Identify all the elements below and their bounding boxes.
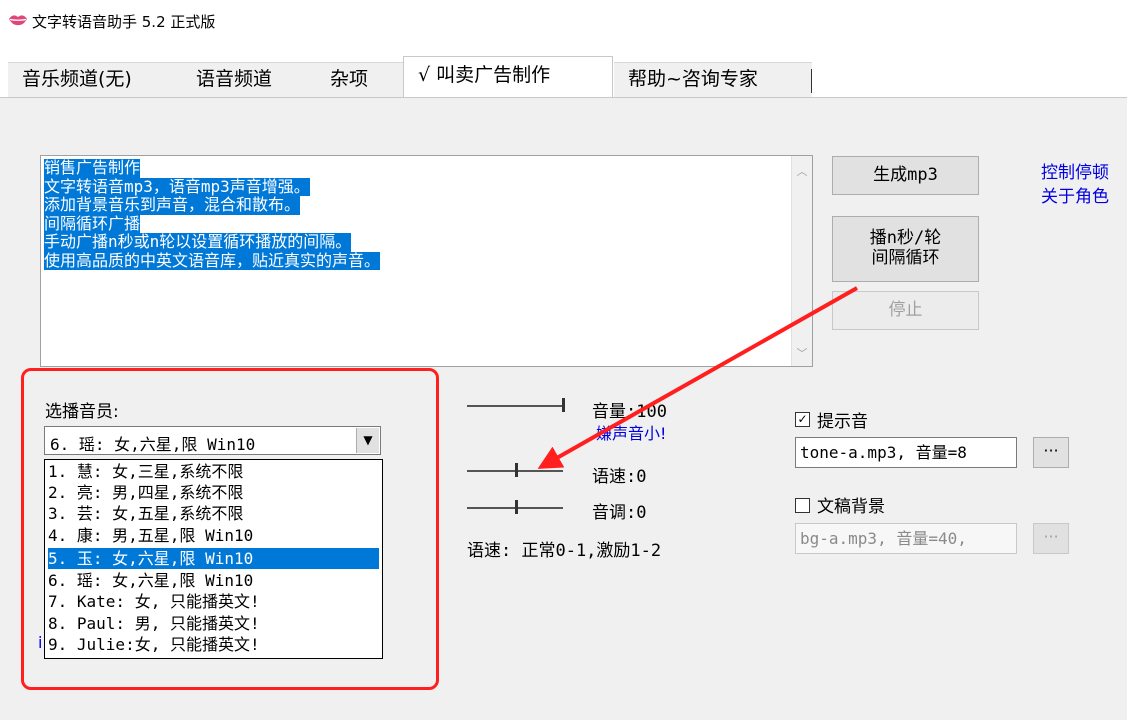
volume-label: 音量:100 [592, 402, 667, 422]
voice-option[interactable]: 4. 康: 男,五星,限 Win10 [48, 525, 379, 546]
voice-option[interactable]: 7. Kate: 女, 只能播英文! [48, 591, 379, 612]
background-label: 文稿背景 [817, 497, 885, 517]
stop-button[interactable]: 停止 [832, 291, 979, 330]
editor-line: 文字转语音mp3，语音mp3声音增强。 [44, 176, 310, 196]
editor-content: 销售广告制作 文字转语音mp3，语音mp3声音增强。 添加背景音乐到声音，混合和… [44, 158, 381, 270]
tab-label: √ 叫卖广告制作 [418, 64, 551, 86]
loop-button-line1: 播n秒/轮 [869, 228, 942, 248]
speed-slider-thumb[interactable] [515, 463, 518, 477]
pitch-slider-thumb[interactable] [515, 500, 518, 514]
tab-label: 音乐频道(无) [22, 68, 132, 90]
editor-line: 间隔循环广播 [44, 213, 141, 233]
tone-checkbox[interactable]: ✓ [795, 412, 810, 427]
tone-browse-button[interactable]: ··· [1033, 437, 1069, 468]
voice-option[interactable]: 2. 亮: 男,四星,系统不限 [48, 482, 379, 503]
tone-label: 提示音 [817, 412, 868, 432]
lips-icon [9, 15, 27, 26]
speed-label: 语速:0 [592, 467, 647, 487]
voice-option[interactable]: 3. 芸: 女,五星,系统不限 [48, 503, 379, 524]
voice-option[interactable]: 9. Julie:女, 只能播英文! [48, 634, 379, 655]
tab-ad-making[interactable]: √ 叫卖广告制作 [403, 56, 613, 99]
voice-option[interactable]: 6. 瑶: 女,六星,限 Win10 [48, 570, 379, 591]
loop-play-button[interactable]: 播n秒/轮 间隔循环 [832, 216, 979, 282]
generate-mp3-button[interactable]: 生成mp3 [832, 156, 979, 195]
voice-dropdown[interactable]: 6. 瑶: 女,六星,限 Win10 ▼ [44, 426, 381, 455]
speed-note: 语速: 正常0-1,激励1-2 [467, 541, 662, 561]
background-checkbox[interactable] [795, 498, 810, 513]
volume-slider-thumb[interactable] [562, 398, 565, 412]
tab-label: 帮助~咨询专家 [628, 68, 758, 90]
dropdown-arrow-icon[interactable]: ▼ [356, 428, 379, 453]
editor-line: 添加背景音乐到声音，混合和散布。 [44, 195, 301, 215]
voice-label: 选播音员: [45, 402, 119, 422]
background-browse-button[interactable]: ··· [1033, 523, 1069, 554]
window-title: 文字转语音助手 5.2 正式版 [32, 13, 216, 31]
editor-line: 销售广告制作 [44, 158, 141, 178]
voice-option[interactable]: 1. 慧: 女,三星,系统不限 [48, 461, 379, 482]
background-file-field[interactable]: bg-a.mp3, 音量=40, [795, 523, 1017, 554]
voice-selected-value: 6. 瑶: 女,六星,限 Win10 [50, 435, 256, 454]
ad-text-editor[interactable]: 销售广告制作 文字转语音mp3，语音mp3声音增强。 添加背景音乐到声音，混合和… [40, 155, 813, 367]
tab-help[interactable]: 帮助~咨询专家 [614, 62, 812, 97]
tab-strip: 音乐频道(无) 语音频道 杂项 √ 叫卖广告制作 帮助~咨询专家 [0, 56, 1127, 99]
tab-label: 杂项 [330, 68, 369, 90]
editor-line: 使用高品质的中英文语音库，贴近真实的声音。 [44, 250, 381, 270]
tone-file-field[interactable]: tone-a.mp3, 音量=8 [795, 437, 1017, 468]
pitch-label: 音调:0 [592, 503, 647, 523]
voice-options-list: 1. 慧: 女,三星,系统不限 2. 亮: 男,四星,系统不限 3. 芸: 女,… [44, 459, 383, 659]
tab-voice-channel[interactable]: 语音频道 [182, 62, 318, 97]
partial-link-text: i [38, 633, 43, 652]
title-bar: 文字转语音助手 5.2 正式版 [0, 0, 1127, 44]
editor-scrollbar[interactable]: ︿ ﹀ [791, 156, 812, 366]
scroll-up-icon[interactable]: ︿ [792, 162, 812, 182]
tab-label: 语音频道 [196, 68, 273, 90]
pause-control-link[interactable]: 控制停顿 [1041, 158, 1109, 183]
editor-line: 手动广播n秒或n轮以设置循环播放的间隔。 [44, 232, 352, 252]
tab-misc[interactable]: 杂项 [316, 62, 414, 97]
voice-option[interactable]: 8. Paul: 男, 只能播英文! [48, 613, 379, 634]
tab-music-channel[interactable]: 音乐频道(无) [8, 62, 184, 97]
loop-button-line2: 间隔循环 [871, 248, 940, 268]
about-roles-link[interactable]: 关于角色 [1041, 182, 1109, 207]
voice-option-highlighted[interactable]: 5. 玉: 女,六星,限 Win10 [48, 548, 379, 569]
scroll-down-icon[interactable]: ﹀ [792, 344, 812, 364]
volume-slider-track[interactable] [467, 405, 563, 407]
volume-hint-link[interactable]: 嫌声音小! [596, 420, 666, 444]
